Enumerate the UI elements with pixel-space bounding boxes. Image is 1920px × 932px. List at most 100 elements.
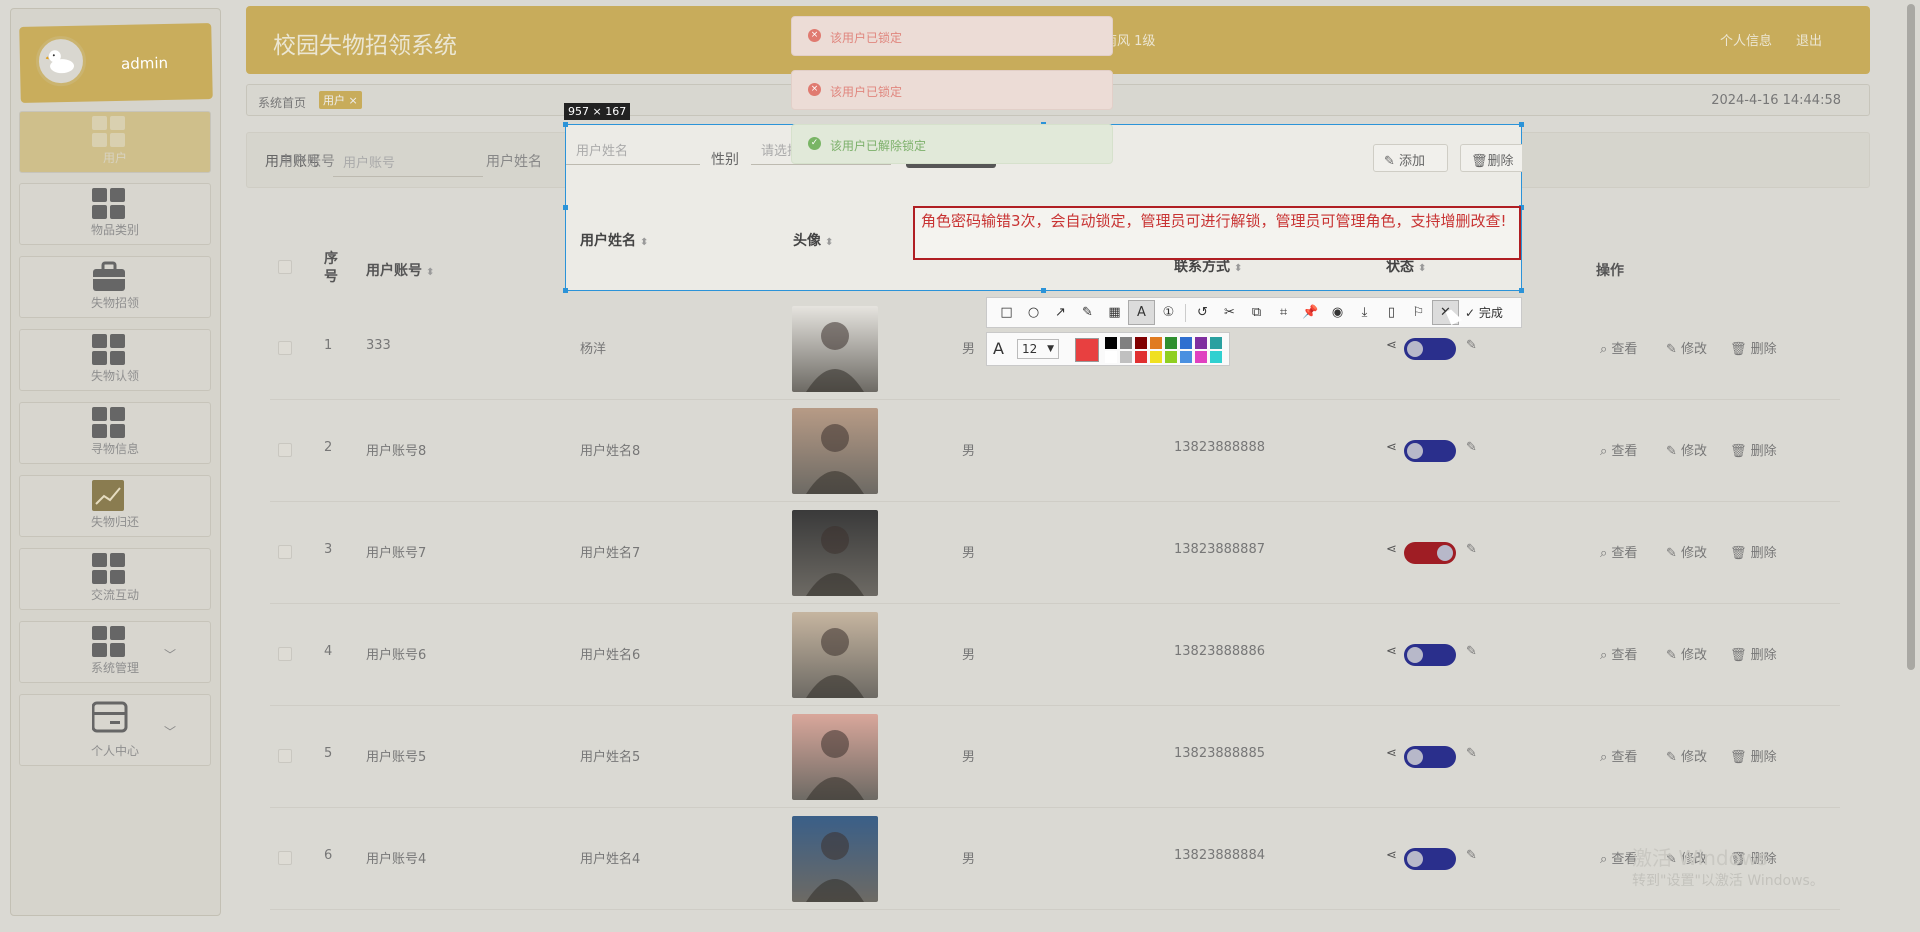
sort-icon[interactable]: ⬍ (426, 267, 434, 278)
color-swatch[interactable] (1180, 351, 1192, 363)
color-swatch[interactable] (1150, 351, 1162, 363)
edit-button[interactable]: ✎ 修改 (1666, 746, 1707, 765)
delete-button[interactable]: 🗑删除 (1460, 144, 1522, 172)
download-icon[interactable]: ⤓ (1351, 300, 1378, 325)
delete-row-button[interactable]: 🗑 删除 (1730, 542, 1777, 561)
arrow-icon[interactable]: ↗ (1047, 300, 1074, 325)
pen-icon[interactable]: ✎ (1466, 338, 1477, 353)
sidebar-item-system[interactable]: ﹀ 系统管理 (19, 621, 211, 683)
delete-row-button[interactable]: 🗑 删除 (1730, 440, 1777, 459)
breadcrumb-home[interactable]: 系统首页 (258, 94, 306, 111)
sidebar-item-interaction[interactable]: 交流互动 (19, 548, 211, 610)
resize-handle[interactable] (1519, 288, 1524, 293)
pencil-icon[interactable]: ✎ (1074, 300, 1101, 325)
sort-icon[interactable]: ⬍ (825, 237, 833, 248)
resize-handle[interactable] (563, 122, 568, 127)
pin-icon[interactable]: 📌 (1297, 300, 1324, 325)
sort-icon[interactable]: ⬍ (1418, 263, 1426, 274)
view-button[interactable]: ⌕ 查看 (1600, 542, 1637, 561)
share-icon[interactable]: ⋖ (1386, 440, 1397, 455)
number-marker-icon[interactable]: ① (1155, 300, 1182, 325)
color-swatch[interactable] (1210, 337, 1222, 349)
add-button[interactable]: ✎ 添加 (1373, 144, 1448, 172)
current-color-swatch[interactable] (1075, 338, 1099, 362)
color-swatch[interactable] (1105, 337, 1117, 349)
row-checkbox[interactable] (278, 341, 292, 355)
status-toggle[interactable] (1404, 746, 1456, 768)
color-swatch[interactable] (1195, 337, 1207, 349)
scrollbar[interactable] (1904, 0, 1918, 675)
status-toggle[interactable] (1404, 848, 1456, 870)
view-button[interactable]: ⌕ 查看 (1600, 440, 1637, 459)
user-photo[interactable] (792, 714, 878, 800)
bookmark-icon[interactable]: ⚐ (1405, 300, 1432, 325)
share-icon[interactable]: ⋖ (1386, 848, 1397, 863)
ellipse-icon[interactable]: ○ (1020, 300, 1047, 325)
pen-icon[interactable]: ✎ (1466, 848, 1477, 863)
row-checkbox[interactable] (278, 647, 292, 661)
sidebar-item-profile[interactable]: ﹀ 个人中心 (19, 694, 211, 766)
color-swatch[interactable] (1150, 337, 1162, 349)
name-input[interactable]: 用户姓名 (566, 131, 700, 165)
text-tool-icon[interactable]: A (1128, 300, 1155, 325)
resize-handle[interactable] (563, 288, 568, 293)
font-size-select[interactable]: 12 ▼ (1017, 339, 1059, 359)
row-checkbox[interactable] (278, 851, 292, 865)
pen-icon[interactable]: ✎ (1466, 644, 1477, 659)
user-photo[interactable] (792, 306, 878, 392)
account-input[interactable]: 用户账号 (333, 143, 483, 177)
edit-button[interactable]: ✎ 修改 (1666, 440, 1707, 459)
record-icon[interactable]: ◉ (1324, 300, 1351, 325)
status-toggle[interactable] (1404, 440, 1456, 462)
color-swatch[interactable] (1135, 351, 1147, 363)
share-icon[interactable]: ⋖ (1386, 644, 1397, 659)
resize-handle[interactable] (1519, 122, 1524, 127)
translate-icon[interactable]: ⧉ (1243, 300, 1270, 325)
sidebar-item-categories[interactable]: 物品类别 (19, 183, 211, 245)
sort-icon[interactable]: ⬍ (1234, 263, 1242, 274)
status-toggle[interactable] (1404, 542, 1456, 564)
rectangle-icon[interactable]: □ (993, 300, 1020, 325)
ocr-icon[interactable]: ⌗ (1270, 300, 1297, 325)
view-button[interactable]: ⌕ 查看 (1600, 338, 1637, 357)
mosaic-icon[interactable]: ▦ (1101, 300, 1128, 325)
edit-button[interactable]: ✎ 修改 (1666, 338, 1707, 357)
row-checkbox[interactable] (278, 749, 292, 763)
color-swatch[interactable] (1210, 351, 1222, 363)
delete-row-button[interactable]: 🗑 删除 (1730, 644, 1777, 663)
color-swatch[interactable] (1135, 337, 1147, 349)
color-swatch[interactable] (1165, 351, 1177, 363)
pen-icon[interactable]: ✎ (1466, 542, 1477, 557)
tab-users[interactable]: 用户 × (319, 91, 362, 109)
view-button[interactable]: ⌕ 查看 (1600, 746, 1637, 765)
scissors-icon[interactable]: ✂ (1216, 300, 1243, 325)
edit-button[interactable]: ✎ 修改 (1666, 644, 1707, 663)
avatar[interactable] (35, 35, 87, 87)
row-checkbox[interactable] (278, 443, 292, 457)
scrollbar-thumb[interactable] (1907, 4, 1915, 670)
share-icon[interactable]: ⋖ (1386, 746, 1397, 761)
user-photo[interactable] (792, 816, 878, 902)
status-toggle[interactable] (1404, 338, 1456, 360)
view-button[interactable]: ⌕ 查看 (1600, 644, 1637, 663)
pen-icon[interactable]: ✎ (1466, 440, 1477, 455)
user-photo[interactable] (792, 408, 878, 494)
resize-handle[interactable] (1041, 288, 1046, 293)
user-photo[interactable] (792, 510, 878, 596)
logout-link[interactable]: 退出 (1796, 30, 1822, 49)
color-swatch[interactable] (1180, 337, 1192, 349)
sidebar-item-returns[interactable]: 失物归还 (19, 475, 211, 537)
edit-button[interactable]: ✎ 修改 (1666, 542, 1707, 561)
phone-icon[interactable]: ▯ (1378, 300, 1405, 325)
header-account[interactable]: 用户账号 ⬍ (366, 260, 434, 280)
color-swatch[interactable] (1165, 337, 1177, 349)
pen-icon[interactable]: ✎ (1466, 746, 1477, 761)
undo-icon[interactable]: ↺ (1189, 300, 1216, 325)
done-button[interactable]: ✓ 完成 (1465, 304, 1503, 321)
header-name[interactable]: 用户姓名 ⬍ (580, 230, 648, 250)
status-toggle[interactable] (1404, 644, 1456, 666)
delete-row-button[interactable]: 🗑 删除 (1730, 338, 1777, 357)
row-checkbox[interactable] (278, 545, 292, 559)
sidebar-item-users[interactable]: 用户 (19, 111, 211, 173)
color-swatch[interactable] (1105, 351, 1117, 363)
